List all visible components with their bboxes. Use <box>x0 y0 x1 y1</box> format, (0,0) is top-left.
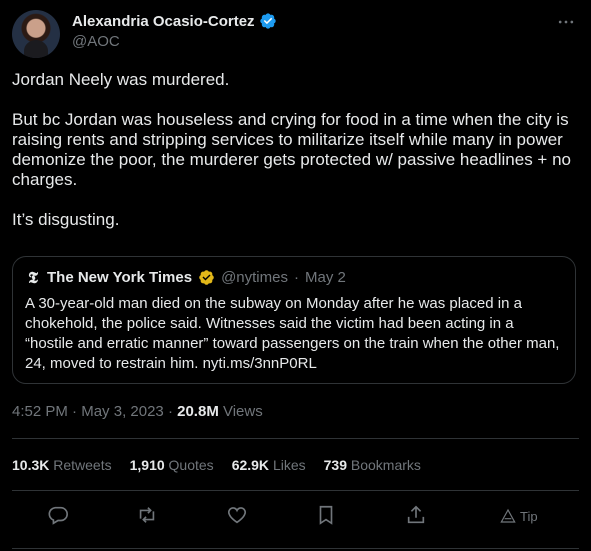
tweet-time[interactable]: 4:52 PM <box>12 403 68 420</box>
gold-check-icon <box>198 269 215 286</box>
more-icon[interactable] <box>555 12 577 34</box>
meta-separator: · <box>72 403 78 420</box>
views-label: Views <box>218 403 263 420</box>
retweet-icon[interactable] <box>136 504 158 526</box>
retweets-stat[interactable]: 10.3K Retweets <box>12 457 112 473</box>
tweet-meta: 4:52 PM · May 3, 2023 · 20.8M Views <box>12 403 263 420</box>
meta-separator: · <box>167 403 173 420</box>
share-icon[interactable] <box>405 504 427 526</box>
quoted-separator: · <box>293 269 299 286</box>
tweet-paragraph: Jordan Neely was murdered. <box>12 70 230 89</box>
reply-icon[interactable] <box>47 504 69 526</box>
tweet-paragraph: But bc Jordan was houseless and crying f… <box>12 110 571 189</box>
stat-count: 739 <box>323 457 347 473</box>
stat-count: 1,910 <box>129 457 165 473</box>
likes-stat[interactable]: 62.9K Likes <box>232 457 306 473</box>
quotes-stat[interactable]: 1,910 Quotes <box>130 457 214 473</box>
views-count: 20.8M <box>177 403 219 420</box>
quoted-date: May 2 <box>304 269 346 286</box>
tweet-text: Jordan Neely was murdered. But bc Jordan… <box>12 70 578 250</box>
stat-label: Retweets <box>53 457 112 473</box>
quoted-tweet-header: 𝕿 The New York Times @nytimes · May 2 <box>25 269 346 286</box>
action-bar: Tip <box>0 500 591 532</box>
avatar[interactable] <box>12 10 60 58</box>
stat-label: Bookmarks <box>350 457 421 473</box>
quoted-tweet-text: A 30-year-old man died on the subway on … <box>25 295 560 372</box>
verified-badge-icon[interactable] <box>259 12 277 30</box>
author-name-row: Alexandria Ocasio-Cortez <box>72 12 277 30</box>
nyt-logo-icon: 𝕿 <box>28 267 38 287</box>
tweet-paragraph: It’s disgusting. <box>12 210 120 229</box>
engagement-stats: 10.3K Retweets 1,910 Quotes 62.9K Likes … <box>12 457 421 473</box>
stat-count: 62.9K <box>231 457 270 473</box>
divider <box>12 438 579 439</box>
divider <box>12 548 579 549</box>
stat-count: 10.3K <box>12 457 50 473</box>
quoted-handle: @nytimes <box>221 269 288 286</box>
like-icon[interactable] <box>226 504 248 526</box>
tip-label: Tip <box>520 508 538 524</box>
tweet-date[interactable]: May 3, 2023 <box>81 403 164 420</box>
tip-icon <box>500 508 516 523</box>
bookmarks-stat[interactable]: 739 Bookmarks <box>324 457 421 473</box>
bookmark-icon[interactable] <box>315 504 337 526</box>
quoted-display-name: The New York Times <box>47 269 193 286</box>
tweet-header: Alexandria Ocasio-Cortez @AOC <box>12 10 579 58</box>
stat-label: Likes <box>272 457 306 473</box>
quoted-tweet-card[interactable]: 𝕿 The New York Times @nytimes · May 2 A … <box>12 256 576 384</box>
stat-label: Quotes <box>168 457 214 473</box>
author-handle[interactable]: @AOC <box>72 33 120 50</box>
divider <box>12 490 579 491</box>
tip-button[interactable]: Tip <box>500 508 538 524</box>
author-display-name[interactable]: Alexandria Ocasio-Cortez <box>72 13 255 30</box>
